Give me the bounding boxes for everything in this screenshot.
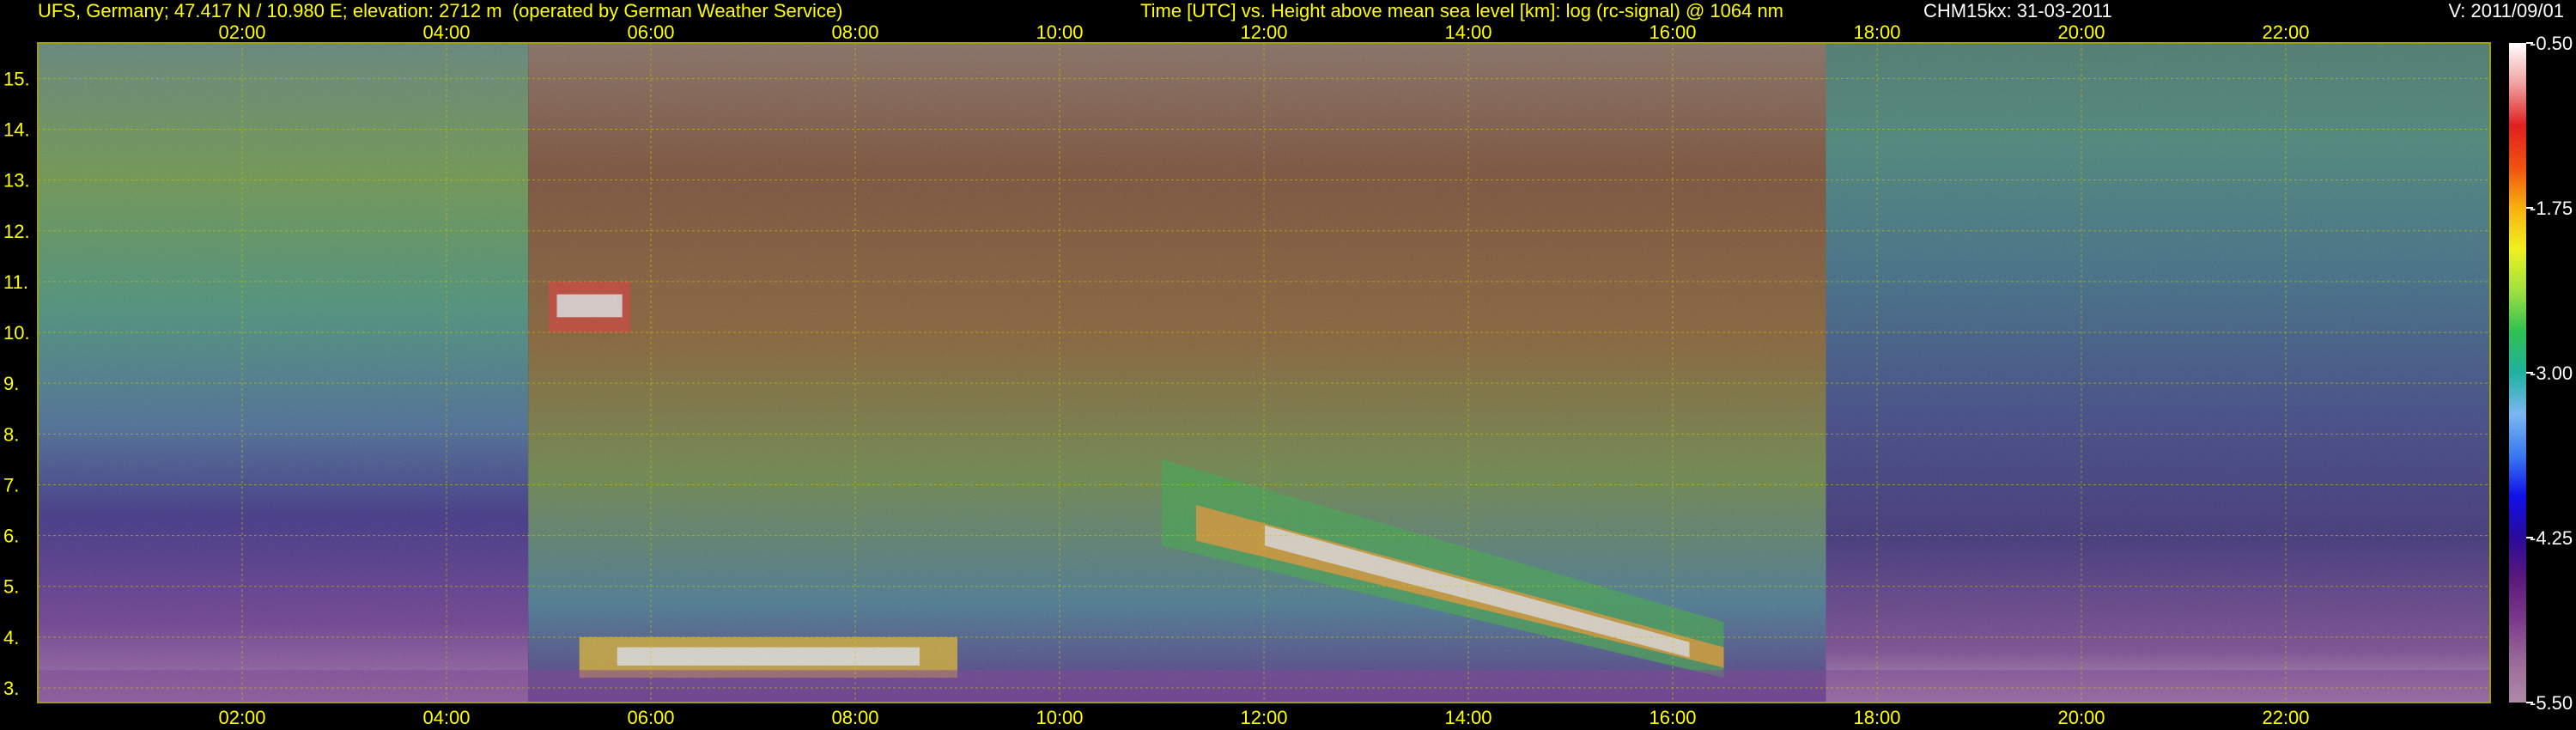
x-tick-label-top: 02:00 [218,21,265,43]
y-tick-label: 14. [3,119,30,141]
x-tick-label-top: 08:00 [831,21,878,43]
y-tick-label: 15. [3,68,30,89]
colorbar: -0.50 -1.75 -3.00 -4.25 -5.50 [2509,33,2573,714]
y-tick-label: 9. [3,373,19,394]
y-tick-label: 5. [3,576,19,598]
x-tick-label-top: 04:00 [422,21,470,43]
colorbar-tick-label: -0.50 [2530,33,2573,54]
x-tick-label-bottom: 18:00 [1853,707,1900,728]
x-tick-label-bottom: 08:00 [831,707,878,728]
x-tick-label-top: 16:00 [1649,21,1696,43]
x-tick-label-bottom: 10:00 [1036,707,1083,728]
x-tick-label-bottom: 06:00 [627,707,674,728]
y-tick-label: 7. [3,474,19,496]
x-tick-label-top: 10:00 [1036,21,1083,43]
x-tick-label-top: 22:00 [2262,21,2309,43]
x-tick-label-top: 14:00 [1444,21,1492,43]
x-tick-label-bottom: 02:00 [218,707,265,728]
ceilometer-chart: 02:00 04:00 06:00 08:00 10:00 12:00 14:00 16:00… [3,21,2573,728]
x-tick-label-top: 20:00 [2057,21,2105,43]
x-tick-label-bottom: 20:00 [2057,707,2105,728]
y-tick-label: 8. [3,423,19,445]
plot-area [37,42,2491,703]
x-axis-bottom: 02:00 04:00 06:00 08:00 10:00 12:00 14:00 16:00… [218,707,2309,728]
x-tick-label-top: 12:00 [1240,21,1287,43]
x-tick-label-bottom: 22:00 [2262,707,2309,728]
x-axis-top: 02:00 04:00 06:00 08:00 10:00 12:00 14:00 16:00… [218,21,2309,43]
x-tick-label-bottom: 14:00 [1444,707,1492,728]
colorbar-ticks: -0.50 -1.75 -3.00 -4.25 -5.50 [2526,33,2573,714]
colorbar-tick-label: -5.50 [2530,692,2573,714]
x-tick-label-bottom: 16:00 [1649,707,1696,728]
y-tick-label: 10. [3,322,30,344]
y-tick-label: 13. [3,170,30,192]
x-tick-label-bottom: 12:00 [1240,707,1287,728]
colorbar-tick-label: -1.75 [2530,198,2573,219]
y-tick-label: 11. [3,271,28,293]
y-tick-label: 3. [3,678,19,699]
x-tick-label-top: 18:00 [1853,21,1900,43]
y-tick-label: 6. [3,526,19,547]
x-tick-label-top: 06:00 [627,21,674,43]
y-tick-label: 12. [3,221,30,242]
colorbar-scale [2509,43,2526,703]
colorbar-tick-label: -3.00 [2530,362,2573,384]
colorbar-tick-label: -4.25 [2530,527,2573,549]
y-tick-label: 4. [3,627,19,648]
x-tick-label-bottom: 04:00 [422,707,470,728]
y-axis: 3. 4. 5. 6. 7. 8. 9. 10. 11. 12. 13. 14. 15. [3,68,30,699]
